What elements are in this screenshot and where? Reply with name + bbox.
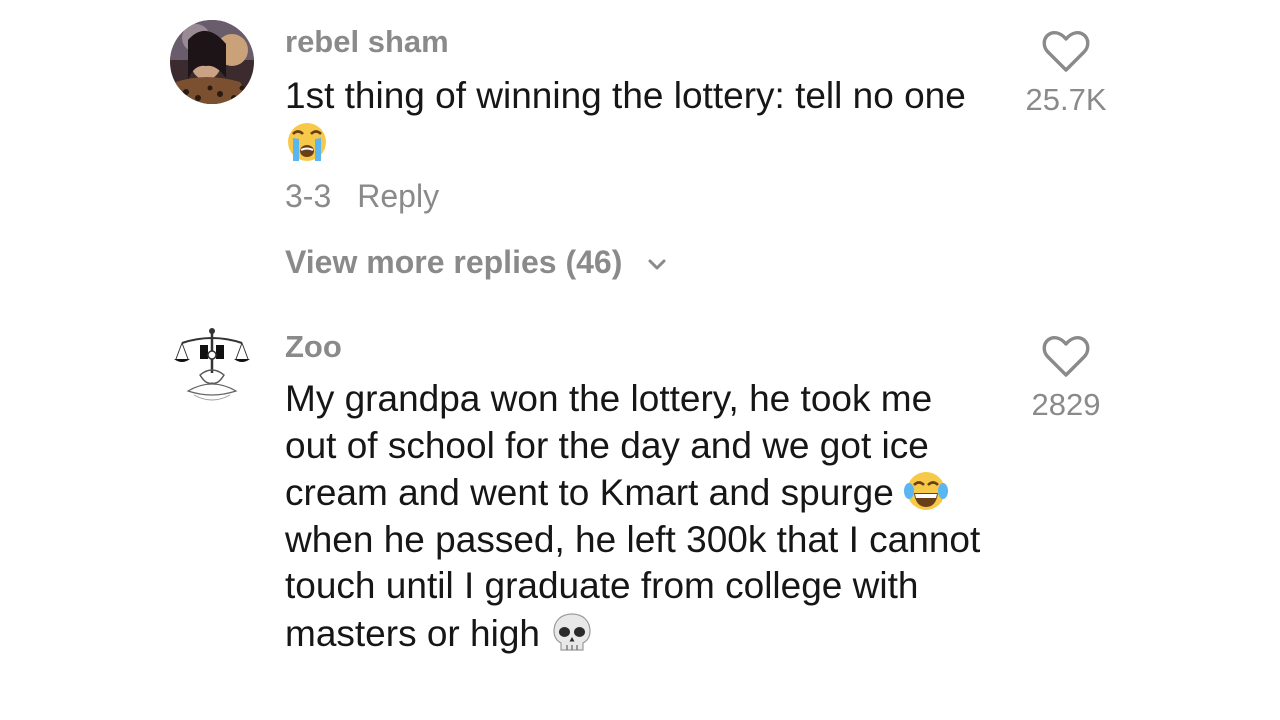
avatar[interactable]	[170, 20, 254, 104]
comment-username[interactable]: rebel sham	[285, 24, 449, 60]
heart-icon[interactable]	[1042, 335, 1090, 379]
view-more-replies-label: View more replies (46)	[285, 244, 623, 280]
comment-text: 1st thing of winning the lottery: tell n…	[285, 73, 985, 167]
avatar[interactable]	[170, 325, 254, 409]
comment-item: Zoo My grandpa won the lottery, he took …	[0, 320, 1280, 720]
comment-text: My grandpa won the lottery, he took me o…	[285, 376, 985, 657]
like-area: 2829	[1010, 335, 1122, 423]
like-area: 25.7K	[1010, 30, 1122, 118]
comment-text-part: 1st thing of winning the lottery: tell n…	[285, 75, 966, 116]
comment-username[interactable]: Zoo	[285, 329, 342, 365]
avatar-photo-icon	[170, 20, 254, 104]
comment-date: 3-3	[285, 178, 332, 214]
chevron-down-icon	[648, 259, 666, 269]
comment-meta: 3-3 Reply	[285, 178, 439, 215]
comment-text-part: when he passed, he left 300k that I cann…	[285, 518, 981, 654]
like-count: 2829	[1031, 387, 1101, 422]
reply-button[interactable]: Reply	[357, 178, 439, 214]
tears-of-joy-face-icon	[904, 472, 949, 510]
loudly-crying-face-icon	[288, 122, 326, 161]
view-more-replies-button[interactable]: View more replies (46)	[285, 244, 670, 281]
like-count: 25.7K	[1025, 82, 1107, 117]
libra-scales-avatar-icon	[170, 325, 254, 409]
comment-item: rebel sham 1st thing of winning the lott…	[0, 0, 1280, 300]
heart-icon[interactable]	[1042, 30, 1090, 74]
skull-icon	[553, 612, 591, 651]
comment-text-part: My grandpa won the lottery, he took me o…	[285, 378, 933, 513]
